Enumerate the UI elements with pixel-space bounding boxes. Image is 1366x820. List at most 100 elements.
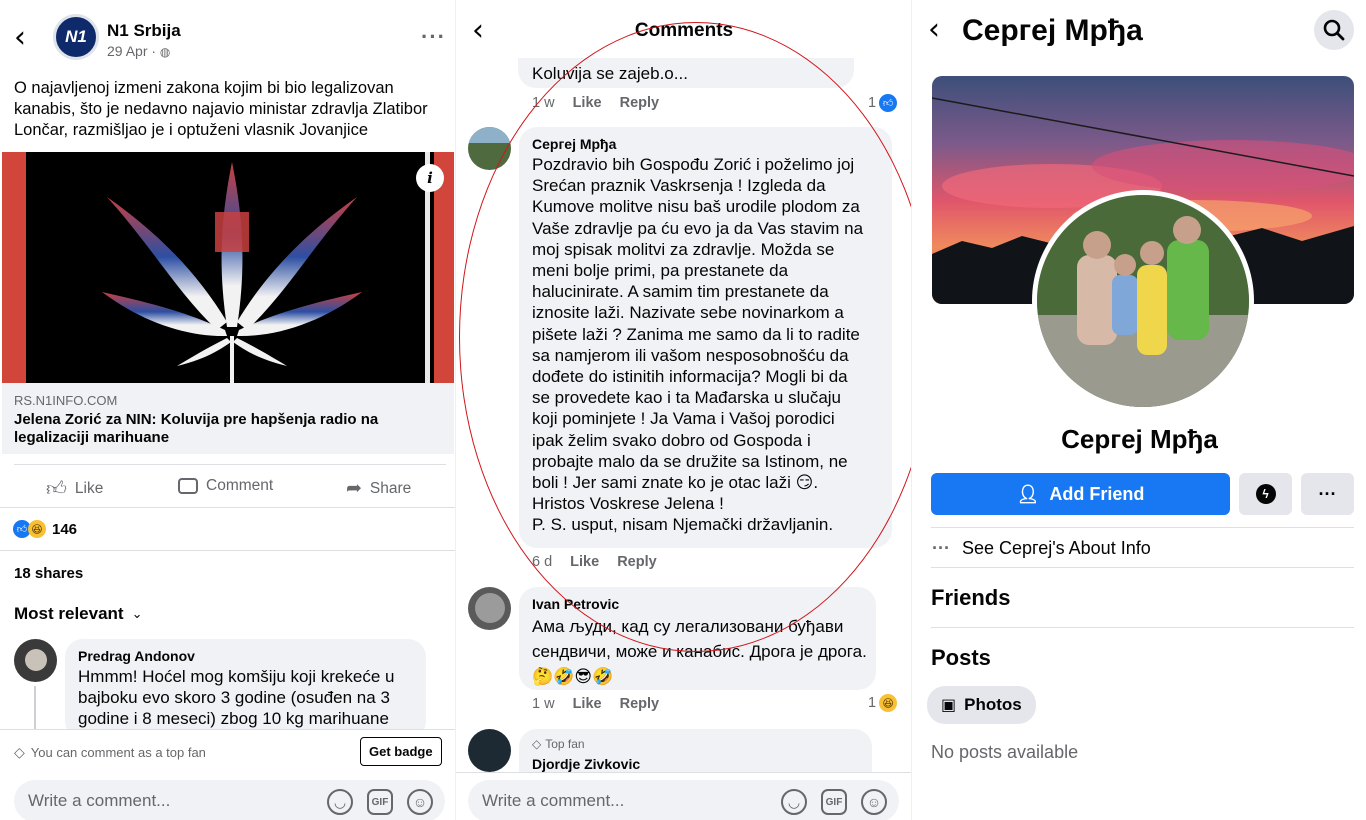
- divider: [0, 507, 455, 508]
- cannabis-leaf-illustration: [102, 162, 362, 383]
- share-label: Share: [369, 479, 412, 497]
- sticker-icon[interactable]: ◡: [327, 789, 353, 815]
- profile-picture[interactable]: [1032, 190, 1254, 412]
- link-preview-meta[interactable]: RS.N1INFO.COM Jelena Zorić za NIN: Koluv…: [2, 383, 454, 454]
- reaction-count: 146: [52, 520, 78, 538]
- comment-author[interactable]: Ivan Petrovic: [532, 596, 619, 612]
- chevron-down-icon: ⌄: [131, 606, 143, 621]
- comment-author[interactable]: Сергеј Мрђа: [532, 136, 616, 152]
- like-button[interactable]: 👍︎ Like: [46, 477, 103, 501]
- profile-header-name: Сергеј Мрђа: [962, 14, 1143, 47]
- comment-placeholder: Write a comment...: [28, 791, 171, 810]
- gif-icon[interactable]: GIF: [367, 789, 393, 815]
- add-friend-button[interactable]: 👤︎ Add Friend: [931, 473, 1230, 515]
- profile-name: Сергеј Мрђа: [1061, 424, 1218, 454]
- photo-icon: ▣: [941, 697, 957, 714]
- composer-icons: ◡ GIF ☺: [327, 789, 433, 815]
- comment-like-link[interactable]: Like: [570, 554, 599, 570]
- flag-band-left: [2, 152, 26, 383]
- more-dots-icon: ···: [932, 538, 950, 558]
- info-icon[interactable]: i: [416, 164, 444, 192]
- thumbs-up-icon: 👍︎: [46, 478, 67, 500]
- post-text: O najavljenoj izmeni zakona kojim bi bio…: [14, 79, 428, 139]
- link-preview-image[interactable]: i: [2, 152, 454, 383]
- messenger-button[interactable]: ϟ: [1239, 473, 1292, 515]
- add-friend-label: Add Friend: [1049, 483, 1145, 504]
- comment-author[interactable]: Predrag Andonov: [78, 648, 195, 664]
- comment-reply-link[interactable]: Reply: [620, 95, 660, 111]
- comment-time: 1 w: [532, 95, 555, 111]
- commenter-avatar[interactable]: [14, 639, 57, 682]
- more-options-icon[interactable]: ···: [421, 24, 446, 50]
- comment-reactions[interactable]: 1 😆: [868, 694, 898, 712]
- comment-reply-link[interactable]: Reply: [620, 696, 660, 712]
- comment-author[interactable]: Djordje Zivkovic: [532, 756, 640, 772]
- post-panel: ‹ N1 N1 Srbija 29 Apr · ◍ ··· O najavlje…: [0, 0, 455, 820]
- page-name[interactable]: N1 Srbija: [107, 21, 181, 41]
- comment-reply-link[interactable]: Reply: [617, 554, 657, 570]
- comment-time: 1 w: [532, 696, 555, 712]
- comments-title: Comments: [634, 20, 734, 41]
- comment-label: Comment: [206, 477, 274, 494]
- divider: [931, 627, 1354, 628]
- comment-meta: 1 w Like Reply: [532, 696, 659, 712]
- divider: [931, 567, 1354, 568]
- comment-time: 6 d: [532, 554, 553, 570]
- diamond-icon: ◇: [532, 737, 542, 751]
- comment-bubble-icon: [178, 478, 198, 494]
- comment-reactions[interactable]: 1 👍︎: [868, 94, 898, 112]
- comment-text: Hmmm! Hoćel mog komšiju koji krekeće u b…: [78, 667, 395, 728]
- add-person-icon: 👤︎: [1016, 483, 1040, 504]
- shares-count[interactable]: 18 shares: [14, 565, 83, 582]
- share-arrow-icon: ➦: [346, 478, 362, 499]
- photos-button[interactable]: ▣ Photos: [927, 686, 1036, 724]
- divider: [14, 464, 446, 465]
- post-date-text: 29 Apr ·: [107, 43, 160, 59]
- share-button[interactable]: ➦ Share: [346, 477, 411, 500]
- friends-heading: Friends: [931, 585, 1011, 610]
- like-label: Like: [74, 480, 104, 497]
- comment-meta: 1 w Like Reply: [532, 95, 659, 111]
- diamond-icon: ◇: [14, 744, 25, 760]
- gif-icon[interactable]: GIF: [821, 789, 847, 815]
- emoji-icon[interactable]: ☺: [861, 789, 887, 815]
- comment-button[interactable]: Comment: [178, 477, 273, 495]
- comment-like-link[interactable]: Like: [573, 696, 602, 712]
- back-chevron-icon[interactable]: ‹: [14, 23, 26, 53]
- link-title: Jelena Zorić za NIN: Koluvija pre hapšen…: [14, 411, 379, 446]
- more-options-button[interactable]: ···: [1301, 473, 1354, 515]
- link-domain: RS.N1INFO.COM: [14, 393, 118, 408]
- emoji-icon[interactable]: ☺: [407, 789, 433, 815]
- haha-reaction-icon: 😆: [879, 694, 898, 712]
- comment-like-link[interactable]: Like: [573, 95, 602, 111]
- comment-composer-bar: ◇ You can comment as a top fan Get badge…: [0, 729, 455, 820]
- divider: [0, 550, 455, 551]
- commenter-avatar[interactable]: [468, 729, 511, 772]
- comment-sort-dropdown[interactable]: Most relevant ⌄: [14, 604, 143, 624]
- haha-reaction-icon: 😆: [28, 520, 46, 538]
- comment-input[interactable]: Write a comment... ◡ GIF ☺: [14, 780, 445, 820]
- comments-header: ‹ Comments: [456, 0, 911, 58]
- search-icon: [1323, 19, 1345, 41]
- search-button[interactable]: [1314, 10, 1354, 50]
- posts-heading: Posts: [931, 645, 991, 670]
- page-avatar[interactable]: N1: [53, 14, 99, 60]
- comment-bubble: Ivan Petrovic Ама људи, кад су легализов…: [519, 587, 876, 690]
- reactions-summary[interactable]: 👍︎ 😆 146: [13, 520, 77, 538]
- composer-icons: ◡ GIF ☺: [781, 789, 887, 815]
- comment-input[interactable]: Write a comment... ◡ GIF ☺: [468, 780, 899, 820]
- comment-composer-bar: Write a comment... ◡ GIF ☺: [456, 772, 911, 820]
- get-badge-button[interactable]: Get badge: [360, 737, 442, 766]
- no-posts-message: No posts available: [931, 742, 1079, 762]
- about-info-link[interactable]: ··· See Сергеј's About Info: [932, 538, 1151, 559]
- sticker-icon[interactable]: ◡: [781, 789, 807, 815]
- family-photo: [1037, 195, 1249, 407]
- top-fan-badge: ◇ Top fan: [532, 737, 585, 751]
- commenter-avatar[interactable]: [468, 587, 511, 630]
- top-fan-label: Top fan: [545, 737, 585, 751]
- post-date: 29 Apr · ◍: [107, 43, 170, 59]
- back-chevron-icon[interactable]: ‹: [928, 15, 940, 45]
- commenter-avatar[interactable]: [468, 127, 511, 170]
- comment-placeholder: Write a comment...: [482, 791, 625, 810]
- top-fan-text: You can comment as a top fan: [30, 745, 206, 760]
